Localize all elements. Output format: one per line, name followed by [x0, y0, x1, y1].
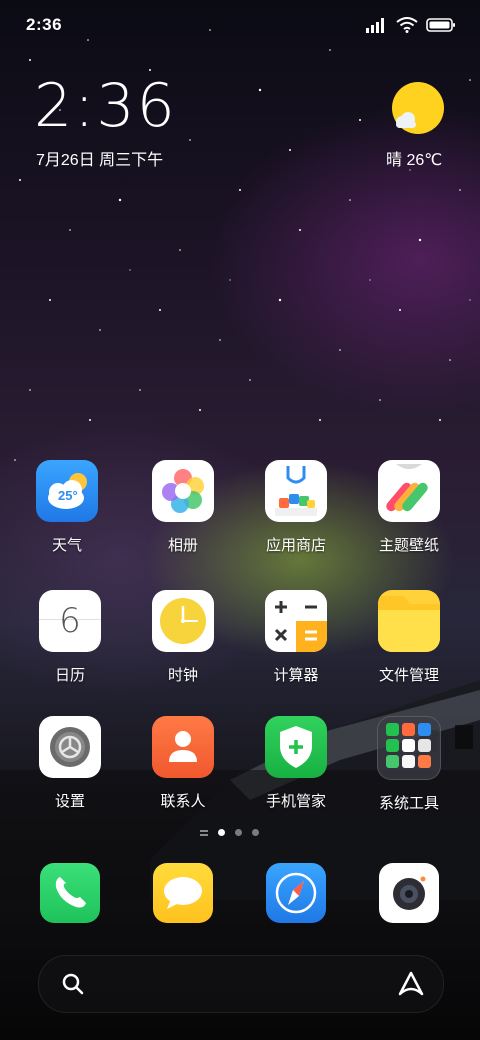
- app-app-store[interactable]: 应用商店: [241, 460, 351, 555]
- app-label: 相册: [167, 537, 198, 554]
- page-dot-2[interactable]: [235, 829, 242, 836]
- dock-camera[interactable]: [354, 863, 464, 923]
- weather-tile-temp: 25°: [58, 488, 78, 503]
- status-time: 2:36: [26, 15, 63, 34]
- browser-compass-icon[interactable]: [266, 863, 326, 923]
- search-icon[interactable]: [61, 972, 85, 996]
- app-label: 系统工具: [378, 795, 439, 812]
- status-icons: [366, 17, 456, 33]
- app-label: 时钟: [167, 667, 198, 684]
- app-weather[interactable]: 25° 天气: [12, 460, 122, 555]
- search-bar[interactable]: [38, 955, 444, 1013]
- app-calendar[interactable]: 6 日历: [15, 590, 125, 685]
- messages-icon[interactable]: [153, 863, 213, 923]
- app-label: 应用商店: [265, 537, 326, 554]
- folder-grid-icon[interactable]: [377, 716, 441, 780]
- app-gallery[interactable]: 相册: [128, 460, 238, 555]
- app-security[interactable]: 手机管家: [241, 716, 351, 811]
- page-dot-1[interactable]: [218, 829, 225, 836]
- dock-messages[interactable]: [128, 863, 238, 923]
- page-dot-3[interactable]: [252, 829, 259, 836]
- app-label: 手机管家: [265, 793, 326, 810]
- app-themes[interactable]: 主题壁纸: [354, 460, 464, 555]
- app-label: 日历: [54, 667, 85, 684]
- app-clock[interactable]: 时钟: [128, 590, 238, 685]
- app-settings[interactable]: 设置: [15, 716, 125, 811]
- status-bar: 2:36: [26, 12, 456, 38]
- themes-icon[interactable]: [378, 460, 440, 522]
- page-indicator[interactable]: [200, 829, 259, 836]
- settings-gear-icon[interactable]: [39, 716, 101, 778]
- gallery-icon[interactable]: [152, 460, 214, 522]
- app-label: 联系人: [160, 793, 206, 810]
- app-label: 天气: [51, 537, 82, 554]
- contacts-icon[interactable]: [152, 716, 214, 778]
- page-indicator-menu: [200, 829, 208, 836]
- app-label: 计算器: [273, 667, 319, 684]
- calculator-icon[interactable]: [265, 590, 327, 652]
- battery-icon: [426, 18, 455, 32]
- signal-icon: [366, 18, 384, 33]
- weather-icon[interactable]: 25°: [36, 460, 98, 522]
- clock-widget-time[interactable]: 2:36: [34, 76, 177, 136]
- app-file-manager[interactable]: 文件管理: [354, 590, 464, 685]
- camera-icon[interactable]: [379, 863, 439, 923]
- dock-browser[interactable]: [241, 863, 351, 923]
- clock-widget-date: 7月26日 周三下午: [36, 152, 164, 169]
- app-calculator[interactable]: 计算器: [241, 590, 351, 685]
- dock-phone[interactable]: [15, 863, 125, 923]
- sunny-partly-cloudy-icon[interactable]: [388, 82, 444, 138]
- calendar-icon[interactable]: 6: [39, 590, 101, 652]
- phone-icon[interactable]: [40, 863, 100, 923]
- clock-icon[interactable]: [152, 590, 214, 652]
- security-shield-icon[interactable]: [265, 716, 327, 778]
- weather-widget-text: 晴 26℃: [386, 152, 443, 169]
- app-label: 主题壁纸: [378, 537, 439, 554]
- calendar-day: 6: [59, 601, 81, 641]
- folder-icon[interactable]: [378, 590, 440, 652]
- wifi-icon: [396, 17, 418, 33]
- app-label: 文件管理: [378, 667, 439, 684]
- app-store-icon[interactable]: [265, 460, 327, 522]
- app-contacts[interactable]: 联系人: [128, 716, 238, 811]
- assistant-icon[interactable]: [397, 970, 425, 998]
- app-label: 设置: [54, 793, 85, 810]
- app-system-tools-folder[interactable]: 系统工具: [354, 716, 464, 813]
